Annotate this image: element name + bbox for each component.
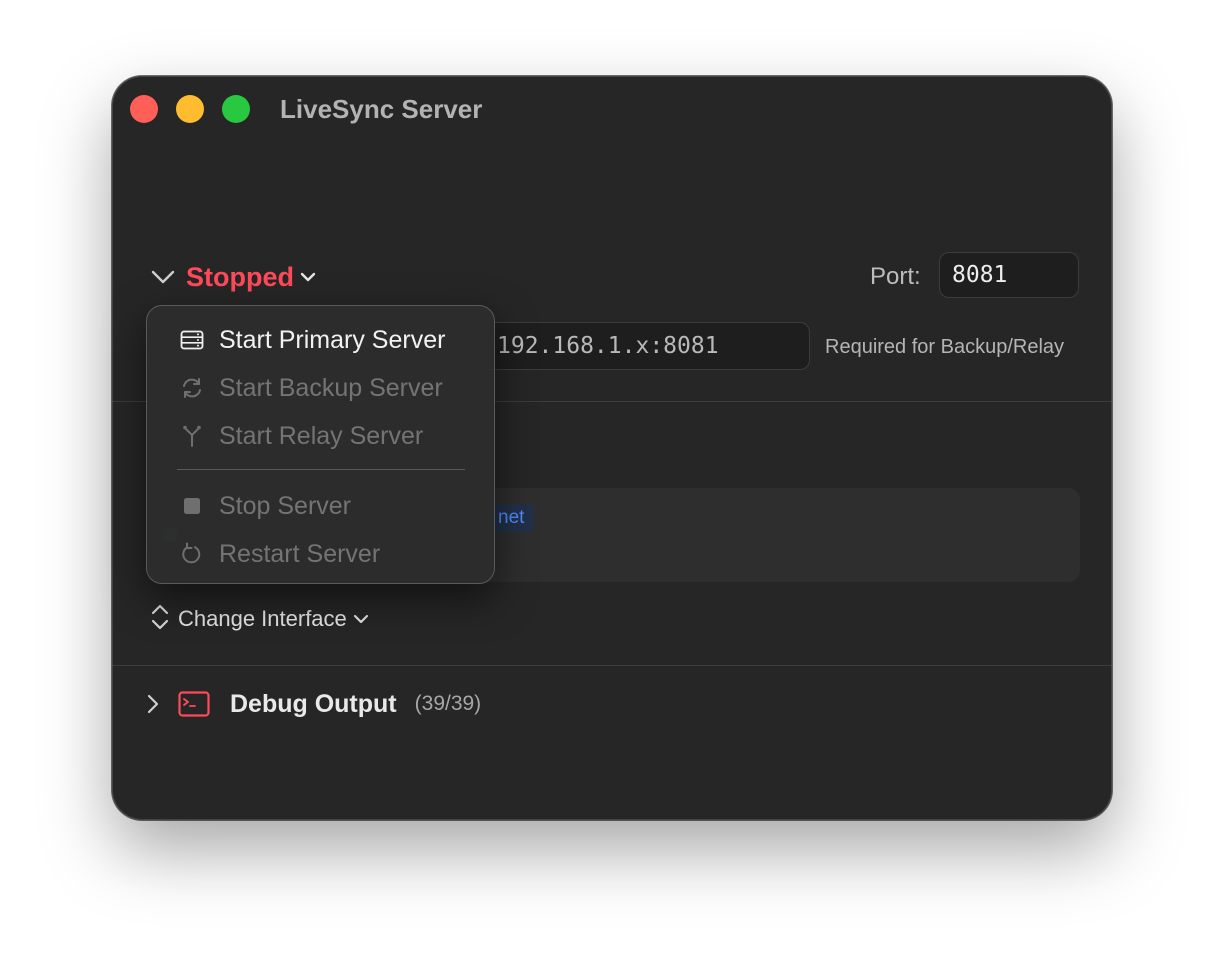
server-address-input[interactable]: 192.168.1.x:8081 [472, 322, 810, 370]
stop-square-icon [179, 493, 205, 519]
menu-item-restart-server[interactable]: Restart Server [147, 532, 494, 576]
chevron-right-icon [142, 694, 164, 714]
menu-item-stop-server[interactable]: Stop Server [147, 484, 494, 528]
debug-output-title: Debug Output [230, 689, 397, 718]
collapse-chevron-icon[interactable] [150, 264, 176, 290]
menu-item-start-backup-server[interactable]: Start Backup Server [147, 366, 494, 410]
chevron-down-icon [353, 613, 369, 625]
minimize-window-button[interactable] [176, 95, 204, 123]
section-divider [112, 665, 1112, 666]
server-actions-menu: Start Primary Server Start Backup Server… [146, 305, 495, 584]
server-status-menu-button[interactable]: Stopped [186, 262, 294, 293]
menu-item-start-primary-server[interactable]: Start Primary Server [147, 318, 494, 362]
zoom-window-button[interactable] [222, 95, 250, 123]
window-title: LiveSync Server [280, 94, 483, 124]
debug-output-count: (39/39) [414, 692, 482, 715]
menu-item-start-relay-server[interactable]: Start Relay Server [147, 414, 494, 458]
terminal-icon [178, 691, 210, 717]
restart-arrow-icon [179, 541, 205, 567]
server-status-row: Stopped [150, 260, 316, 294]
menu-separator [177, 469, 465, 470]
address-hint-text: Required for Backup/Relay [825, 336, 1065, 358]
port-label: Port: [870, 263, 921, 290]
server-rack-icon [179, 327, 205, 353]
change-interface-label: Change Interface [178, 606, 347, 631]
up-down-chevron-icon [150, 604, 170, 635]
change-interface-button[interactable]: Change Interface [150, 604, 369, 634]
port-input[interactable]: 8081 [939, 252, 1079, 298]
relay-antenna-icon [179, 423, 205, 449]
sync-arrows-icon [179, 375, 205, 401]
close-window-button[interactable] [130, 95, 158, 123]
chevron-down-icon [300, 271, 316, 283]
debug-output-toggle[interactable]: Debug Output (39/39) [142, 686, 481, 722]
